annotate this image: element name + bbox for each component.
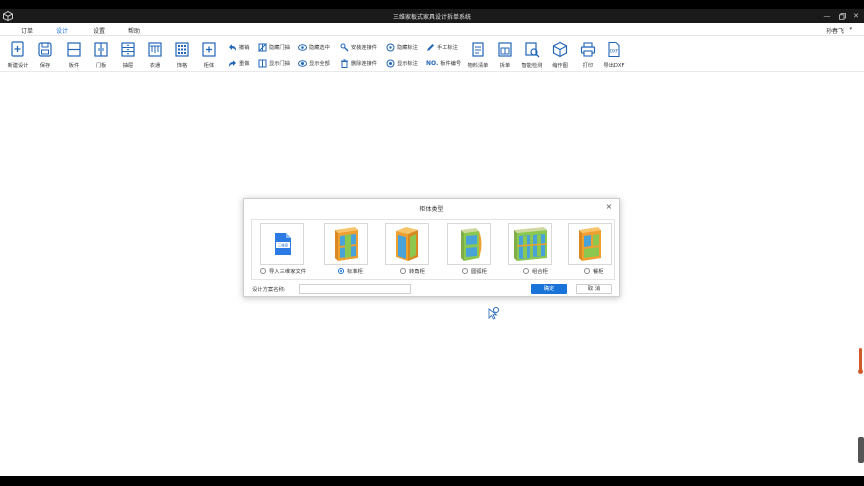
radio-combo-cabinet[interactable] (523, 268, 529, 274)
standard-cabinet-card[interactable] (324, 223, 368, 265)
option-standard-cabinet[interactable]: 标准柜 (338, 266, 363, 276)
show-all-button[interactable]: 显示全部 (298, 58, 330, 68)
option-arc-cabinet[interactable]: 圆弧柜 (462, 266, 487, 276)
delete-connector-icon (341, 58, 348, 68)
smart-check-button[interactable]: 智能检测 (520, 41, 544, 71)
door-panel-icon (94, 42, 108, 57)
radio-dining-cabinet[interactable] (584, 268, 590, 274)
window-title: 三维家板式家具设计拆单系统 (392, 14, 471, 21)
option-dining-cabinet[interactable]: 餐柜 (584, 266, 604, 276)
svg-text:三维家: 三维家 (278, 243, 289, 248)
redo-icon (228, 59, 236, 67)
radio-standard-cabinet[interactable] (338, 268, 344, 274)
show-all-icon (298, 59, 307, 67)
arc-cabinet-card[interactable] (447, 223, 491, 265)
3d-view-icon (552, 41, 568, 58)
design-name-input[interactable] (299, 284, 411, 294)
toolbar: 新建设计 保存 板件 门板 抽屉 衣通 饰格 柜体 撤销 重做 隐藏门抽 显示门… (0, 36, 864, 72)
edge-scroll-thumb[interactable] (858, 437, 864, 463)
3d-view-button[interactable]: 缩作图 (548, 41, 572, 71)
redo-button[interactable]: 重做 (228, 58, 249, 68)
hide-dimensions-icon (386, 43, 395, 51)
tab-settings[interactable]: 设置 (93, 26, 105, 35)
chevron-down-icon[interactable]: ▾ (849, 26, 852, 32)
dining-cabinet-card[interactable] (568, 223, 612, 265)
print-icon (580, 42, 596, 57)
cabinet-icon (202, 42, 216, 57)
hanging-rod-icon (148, 42, 162, 57)
panel-number-icon: NO. (426, 59, 439, 67)
dialog-title: 柜体类型 (419, 206, 444, 213)
show-doors-button[interactable]: 显示门抽 (258, 58, 290, 68)
close-window-button[interactable]: ✕ (847, 10, 864, 22)
cabinet-type-dialog: 柜体类型 × 三维家 导入三维家文件 标准柜 转角柜 圆弧柜 组合柜 餐柜 设计… (243, 198, 620, 297)
radio-arc-cabinet[interactable] (462, 268, 468, 274)
manual-dimension-button[interactable]: 手工标注 (426, 42, 458, 52)
corner-cabinet-icon (396, 227, 418, 261)
file-import-icon: 三维家 (275, 233, 291, 255)
grid-icon (175, 42, 189, 57)
hide-selected-icon (298, 43, 307, 51)
hide-selected-button[interactable]: 隐藏选中 (298, 42, 330, 52)
material-list-icon (472, 42, 484, 57)
hide-dimensions-button[interactable]: 隐藏标注 (386, 42, 418, 52)
cancel-button[interactable]: 取 消 (576, 284, 612, 294)
standard-cabinet-icon (335, 227, 358, 261)
arc-cabinet-icon (461, 228, 482, 261)
show-dimensions-icon (386, 59, 395, 67)
hide-doors-button[interactable]: 隐藏门抽 (258, 42, 290, 52)
save-icon (38, 42, 52, 57)
edge-slider[interactable] (858, 348, 863, 374)
option-combo-cabinet[interactable]: 组合柜 (523, 266, 548, 276)
close-icon: × (605, 202, 613, 211)
drawer-icon (121, 42, 135, 57)
menu-bar: 订单 设计 设置 帮助 孙春飞 ▾ (0, 23, 864, 38)
user-name[interactable]: 孙春飞 (826, 26, 844, 35)
tab-order[interactable]: 订单 (21, 26, 33, 35)
undo-icon (229, 43, 237, 51)
corner-cabinet-card[interactable] (385, 223, 429, 265)
radio-corner-cabinet[interactable] (400, 268, 406, 274)
dialog-close-button[interactable]: × (605, 203, 613, 211)
tab-design[interactable]: 设计 (52, 26, 72, 38)
combo-cabinet-icon (514, 227, 548, 261)
tab-help[interactable]: 帮助 (128, 26, 140, 35)
combo-cabinet-card[interactable] (508, 223, 552, 265)
smart-check-icon (525, 42, 540, 58)
install-connector-icon (340, 43, 349, 51)
panel-number-button[interactable]: NO. 板件编号 (426, 58, 461, 68)
undo-button[interactable]: 撤销 (228, 42, 249, 52)
radio-import-file[interactable] (260, 268, 266, 274)
delete-connector-button[interactable]: 删除连接件 (340, 58, 377, 68)
install-connector-button[interactable]: 安装连接件 (340, 42, 377, 52)
export-dxf-icon: DXF (608, 41, 620, 58)
restore-icon (838, 12, 846, 20)
title-bar: 三维家板式家具设计拆单系统 — ✕ (0, 9, 864, 23)
export-dxf-button[interactable]: DXF 导出DXF (602, 41, 626, 71)
new-design-icon (11, 41, 24, 57)
import-file-card[interactable]: 三维家 (260, 223, 304, 265)
minimize-icon: — (823, 12, 831, 20)
close-icon: ✕ (853, 12, 859, 20)
bottom-bar (0, 476, 864, 486)
cabinet-button[interactable]: 柜体 (197, 41, 221, 71)
svg-text:DXF: DXF (610, 49, 619, 54)
option-corner-cabinet[interactable]: 转角柜 (400, 266, 425, 276)
cabinet-type-options: 三维家 导入三维家文件 标准柜 转角柜 圆弧柜 组合柜 餐柜 (251, 219, 615, 280)
hide-doors-icon (258, 42, 267, 52)
ok-button[interactable]: 确定 (531, 284, 567, 294)
option-import-file[interactable]: 导入三维家文件 (260, 266, 306, 276)
design-name-label: 设计方案名称: (252, 287, 286, 293)
show-doors-icon (258, 59, 267, 67)
dining-cabinet-icon (579, 227, 601, 261)
save-button[interactable]: 保存 (33, 41, 57, 71)
show-dimensions-button[interactable]: 显示标注 (386, 58, 418, 68)
split-order-icon (498, 42, 512, 57)
panel-icon (67, 42, 81, 57)
cursor-pointer-icon (488, 307, 499, 320)
manual-dimension-icon (427, 43, 434, 51)
